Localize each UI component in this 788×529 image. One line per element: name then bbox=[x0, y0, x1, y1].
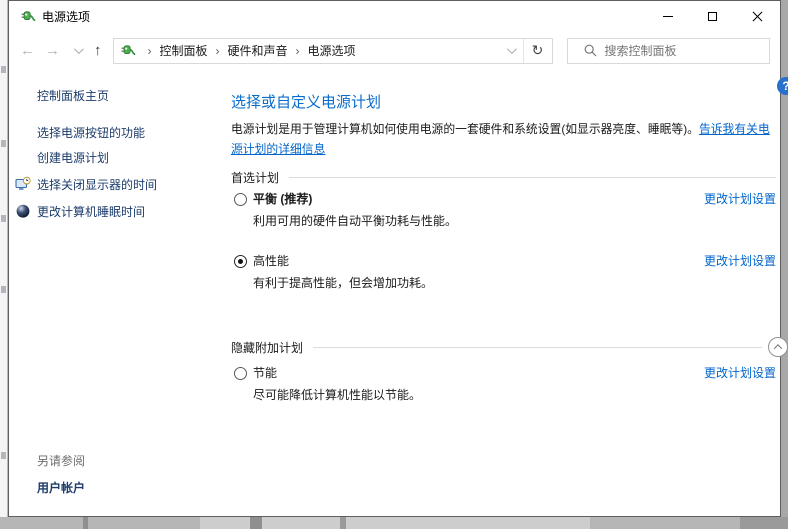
page-title: 选择或自定义电源计划 bbox=[231, 93, 776, 113]
plan-row-high-performance: 高性能 有利于提高性能，但会增加功耗。 更改计划设置 bbox=[231, 253, 776, 291]
power-plug-icon bbox=[120, 43, 136, 59]
collapse-section-button[interactable] bbox=[768, 337, 788, 357]
power-plug-icon bbox=[20, 9, 36, 25]
sidebar-item-sleep-time[interactable]: 更改计算机睡眠时间 bbox=[37, 204, 223, 220]
background-artifact bbox=[83, 517, 88, 529]
minimize-icon bbox=[663, 16, 673, 17]
sidebar-item-create-plan[interactable]: 创建电源计划 bbox=[37, 150, 223, 166]
sidebar-item-label: 创建电源计划 bbox=[37, 150, 109, 166]
divider bbox=[289, 177, 776, 178]
background-artifact bbox=[740, 517, 788, 529]
plan-description: 有利于提高性能，但会增加功耗。 bbox=[253, 275, 776, 291]
plan-name[interactable]: 高性能 bbox=[253, 253, 776, 269]
change-plan-settings-link[interactable]: 更改计划设置 bbox=[704, 365, 776, 381]
content-area: 控制面板主页 选择电源按钮的功能 创建电源计划 选择关闭显示器的时间 bbox=[9, 69, 780, 516]
search-icon bbox=[584, 44, 597, 57]
address-dropdown-button[interactable] bbox=[499, 39, 523, 63]
section-preferred-plans: 首选计划 bbox=[231, 169, 776, 185]
change-plan-settings-link[interactable]: 更改计划设置 bbox=[704, 191, 776, 207]
sidebar-item-display-off-time[interactable]: 选择关闭显示器的时间 bbox=[37, 177, 223, 193]
chevron-down-icon bbox=[73, 44, 83, 54]
see-also-section: 另请参阅 用户帐户 bbox=[37, 452, 85, 496]
breadcrumb-hardware-sound[interactable]: 硬件和声音 bbox=[228, 42, 288, 59]
address-bar[interactable]: › 控制面板 › 硬件和声音 › 电源选项 ↻ bbox=[113, 38, 553, 64]
titlebar: 电源选项 bbox=[9, 1, 780, 32]
window-title: 电源选项 bbox=[42, 8, 90, 25]
background-artifact bbox=[1, 140, 6, 147]
sidebar-item-label: 选择关闭显示器的时间 bbox=[37, 177, 157, 193]
refresh-button[interactable]: ↻ bbox=[524, 39, 552, 63]
plan-row-power-saver: 节能 尽可能降低计算机性能以节能。 更改计划设置 bbox=[231, 365, 776, 403]
breadcrumb-power-options[interactable]: 电源选项 bbox=[308, 42, 356, 59]
plan-name[interactable]: 节能 bbox=[253, 365, 776, 381]
maximize-button[interactable] bbox=[690, 1, 735, 32]
sidebar-link-user-accounts[interactable]: 用户帐户 bbox=[37, 480, 85, 496]
chevron-down-icon bbox=[507, 44, 517, 54]
background-artifact bbox=[340, 517, 346, 529]
radio-power-saver[interactable] bbox=[234, 367, 247, 380]
sidebar-item-label: 更改计算机睡眠时间 bbox=[37, 204, 145, 220]
search-input[interactable] bbox=[605, 44, 764, 58]
section-title: 首选计划 bbox=[231, 169, 279, 186]
breadcrumb-control-panel[interactable]: 控制面板 bbox=[160, 42, 208, 59]
sidebar-item-power-buttons[interactable]: 选择电源按钮的功能 bbox=[37, 125, 223, 141]
plan-description: 利用可用的硬件自动平衡功耗与性能。 bbox=[253, 213, 776, 229]
background-artifact bbox=[250, 517, 262, 529]
up-button[interactable]: ↑ bbox=[89, 38, 107, 64]
page-description: 电源计划是用于管理计算机如何使用电源的一套硬件和系统设置(如显示器亮度、睡眠等)… bbox=[231, 119, 776, 159]
section-title: 隐藏附加计划 bbox=[231, 339, 303, 356]
see-also-heading: 另请参阅 bbox=[37, 452, 85, 469]
maximize-icon bbox=[708, 12, 717, 21]
plan-name[interactable]: 平衡 (推荐) bbox=[253, 191, 776, 207]
breadcrumb-separator-icon[interactable]: › bbox=[140, 44, 160, 58]
chevron-up-icon bbox=[774, 344, 782, 352]
background-bottom-strip bbox=[0, 517, 788, 529]
change-plan-settings-link[interactable]: 更改计划设置 bbox=[704, 253, 776, 269]
sidebar-item-control-panel-home[interactable]: 控制面板主页 bbox=[37, 88, 223, 104]
sidebar-item-label: 选择电源按钮的功能 bbox=[37, 125, 145, 141]
plan-row-balanced: 平衡 (推荐) 利用可用的硬件自动平衡功耗与性能。 更改计划设置 bbox=[231, 191, 776, 229]
navigation-toolbar: ← → ↑ › 控制面板 › 硬件和声音 › 电源选项 ↻ bbox=[9, 32, 780, 69]
sidebar: 控制面板主页 选择电源按钮的功能 创建电源计划 选择关闭显示器的时间 bbox=[9, 69, 223, 516]
power-options-window: 电源选项 ← → ↑ › 控制面板 › 硬件和声音 › 电源选项 bbox=[8, 0, 781, 517]
radio-balanced[interactable] bbox=[234, 193, 247, 206]
help-button[interactable]: ? bbox=[777, 77, 788, 95]
display-clock-icon bbox=[15, 176, 31, 192]
main-panel: ? 选择或自定义电源计划 电源计划是用于管理计算机如何使用电源的一套硬件和系统设… bbox=[223, 69, 788, 516]
forward-button[interactable]: → bbox=[40, 38, 65, 64]
breadcrumb-separator-icon[interactable]: › bbox=[288, 44, 308, 58]
search-box[interactable] bbox=[567, 38, 771, 64]
section-hidden-plans: 隐藏附加计划 bbox=[231, 339, 776, 355]
back-button[interactable]: ← bbox=[15, 38, 40, 64]
divider bbox=[313, 347, 762, 348]
radio-high-performance[interactable] bbox=[234, 255, 247, 268]
close-button[interactable] bbox=[735, 1, 780, 32]
background-artifact bbox=[1, 286, 6, 293]
minimize-button[interactable] bbox=[645, 1, 690, 32]
spacer bbox=[231, 315, 776, 339]
close-icon bbox=[752, 11, 763, 22]
breadcrumb-separator-icon[interactable]: › bbox=[208, 44, 228, 58]
background-artifact bbox=[1, 215, 6, 222]
history-dropdown-button[interactable] bbox=[65, 39, 89, 63]
sleep-sphere-icon bbox=[15, 203, 31, 219]
description-text: 电源计划是用于管理计算机如何使用电源的一套硬件和系统设置(如显示器亮度、睡眠等)… bbox=[231, 122, 699, 136]
plan-description: 尽可能降低计算机性能以节能。 bbox=[253, 387, 776, 403]
background-window-sliver bbox=[0, 0, 8, 517]
background-artifact bbox=[1, 66, 6, 73]
background-artifact bbox=[1, 452, 6, 459]
